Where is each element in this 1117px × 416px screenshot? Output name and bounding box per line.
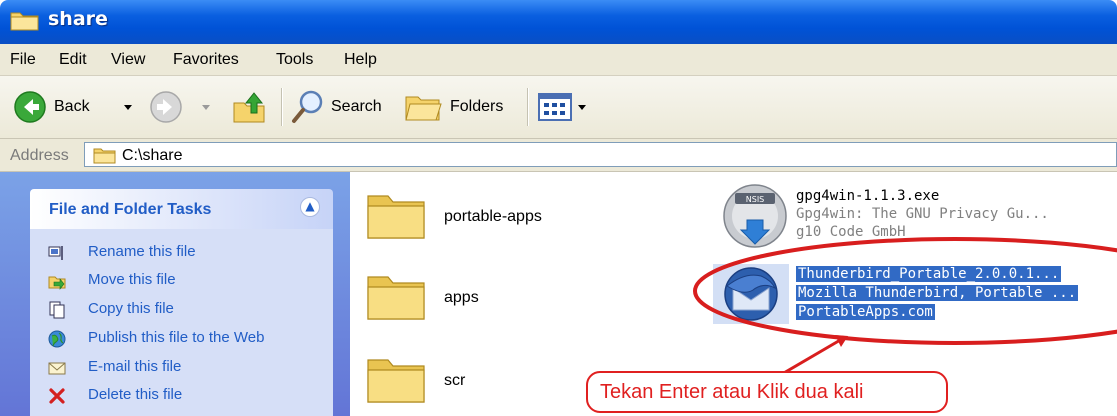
highlight-ellipse (693, 237, 1117, 345)
annotation-overlay (693, 237, 1117, 386)
annotation-callout: Tekan Enter atau Klik dua kali (586, 371, 948, 413)
annotation-text: Tekan Enter atau Klik dua kali (600, 381, 864, 403)
